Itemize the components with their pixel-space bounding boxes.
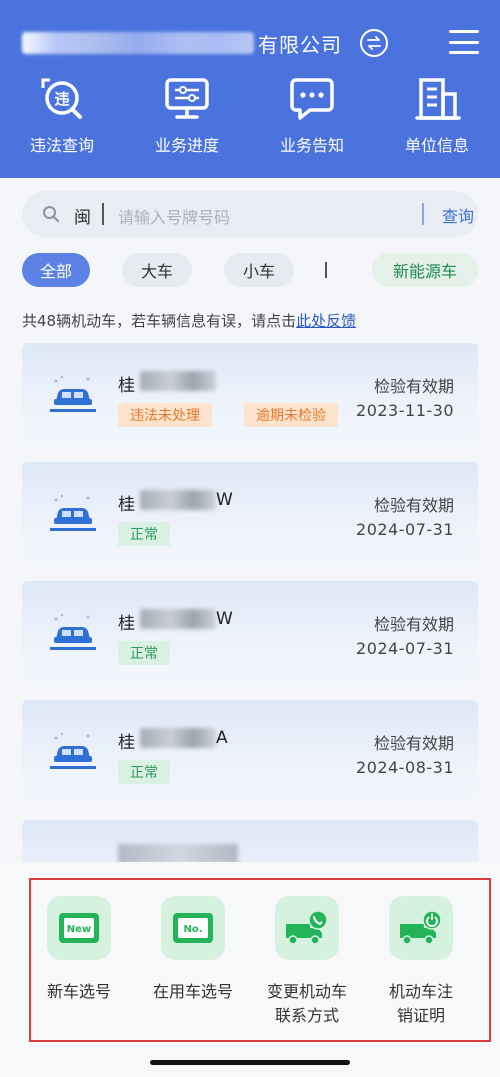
plate-number-input[interactable]: 请输入号牌号码	[118, 204, 230, 228]
status-badge: 正常	[118, 760, 170, 784]
status-badge: 正常	[118, 641, 170, 665]
violation-query-icon: 违	[41, 78, 82, 119]
vehicle-card[interactable]: 桂 W 正常 检验有效期 2024-07-31	[22, 581, 478, 683]
app-header: 有限公司 违 违法查询 业务进度 业务告知 单位信息	[0, 0, 500, 178]
filter-large-vehicle[interactable]: 大车	[122, 253, 192, 287]
plate-suffix: W	[216, 490, 233, 510]
service-label: 变更机动车 联系方式	[266, 982, 347, 1025]
company-title: 有限公司	[22, 30, 342, 57]
expiry-label: 检验有效期	[373, 377, 454, 396]
expiry-label: 检验有效期	[373, 734, 454, 753]
company-name-redacted	[22, 32, 254, 54]
monitor-icon	[165, 78, 209, 119]
province-selector[interactable]: 闽	[74, 203, 91, 228]
query-button[interactable]: 查询	[442, 203, 474, 227]
car-icon	[50, 732, 96, 769]
plate-number-redacted	[140, 609, 216, 629]
service-label: 机动车注 销证明	[388, 982, 453, 1025]
expiry-date: 2023-11-30	[356, 401, 454, 420]
plate-number-redacted	[140, 728, 216, 748]
plate-icon-text: No.	[183, 924, 202, 935]
plate-number-redacted	[118, 844, 238, 864]
plate-suffix: A	[216, 728, 228, 748]
expiry-date: 2024-07-31	[356, 639, 454, 658]
plate-icon-text: New	[67, 924, 91, 935]
service-label: 新车选号	[46, 982, 111, 1001]
new-plate-icon: New	[47, 896, 111, 960]
menu-icon[interactable]	[449, 30, 479, 54]
nav-business-notice[interactable]: 业务告知	[262, 76, 362, 156]
status-badge: 违法未处理	[118, 403, 212, 427]
car-icon	[50, 494, 96, 531]
notice-text: 共48辆机动车，若车辆信息有误，请点击	[22, 312, 297, 330]
service-label: 在用车选号	[152, 982, 233, 1001]
message-icon	[290, 78, 334, 120]
status-badge: 逾期未检验	[244, 403, 338, 427]
vehicle-count-notice: 共48辆机动车，若车辆信息有误，请点击此处反馈	[22, 310, 356, 331]
filter-small-vehicle[interactable]: 小车	[224, 253, 294, 287]
nav-business-progress[interactable]: 业务进度	[137, 76, 237, 156]
plate-number-redacted	[140, 371, 216, 391]
plate-suffix: W	[216, 609, 233, 629]
filter-new-energy[interactable]: 新能源车	[372, 253, 478, 287]
building-icon	[415, 78, 461, 120]
vehicle-card[interactable]: 桂 A 正常 检验有效期 2024-08-31	[22, 700, 478, 802]
switch-account-icon[interactable]	[360, 29, 388, 57]
service-used-car-number[interactable]: No. 在用车选号	[138, 896, 248, 1004]
svg-text:违: 违	[54, 90, 69, 108]
expiry-date: 2024-08-31	[356, 758, 454, 777]
vehicle-card[interactable]: 桂 违法未处理 逾期未检验 检验有效期 2023-11-30	[22, 343, 478, 445]
plate-prefix: 桂	[118, 376, 135, 396]
service-deregistration[interactable]: 机动车注 销证明	[366, 896, 476, 1028]
search-icon	[43, 206, 59, 222]
home-indicator[interactable]	[150, 1060, 350, 1065]
nav-label: 业务告知	[279, 136, 344, 155]
nav-unit-info[interactable]: 单位信息	[387, 76, 487, 156]
plate-prefix: 桂	[118, 733, 135, 753]
plate-search-bar: 闽 请输入号牌号码 查询	[22, 191, 478, 237]
nav-label: 单位信息	[404, 136, 469, 155]
expiry-label: 检验有效期	[373, 496, 454, 515]
car-icon	[50, 375, 96, 412]
service-change-contact[interactable]: 变更机动车 联系方式	[252, 896, 362, 1028]
divider	[422, 203, 424, 225]
nav-label: 违法查询	[29, 136, 94, 155]
nav-violation-query[interactable]: 违 违法查询	[12, 76, 112, 156]
divider	[102, 203, 104, 225]
vehicle-card[interactable]: 桂 W 正常 检验有效期 2024-07-31	[22, 462, 478, 564]
plate-number-redacted	[140, 490, 216, 510]
company-name-suffix: 有限公司	[258, 32, 342, 57]
truck-phone-icon	[275, 896, 339, 960]
car-icon	[50, 613, 96, 650]
nav-label: 业务进度	[154, 136, 219, 155]
service-new-car-number[interactable]: New 新车选号	[24, 896, 134, 1004]
expiry-date: 2024-07-31	[356, 520, 454, 539]
filter-all[interactable]: 全部	[22, 253, 90, 287]
expiry-label: 检验有效期	[373, 615, 454, 634]
status-badge: 正常	[118, 522, 170, 546]
plate-prefix: 桂	[118, 614, 135, 634]
feedback-link[interactable]: 此处反馈	[296, 312, 356, 330]
number-plate-icon: No.	[161, 896, 225, 960]
plate-prefix: 桂	[118, 495, 135, 515]
filter-divider	[325, 262, 327, 278]
truck-power-icon	[389, 896, 453, 960]
